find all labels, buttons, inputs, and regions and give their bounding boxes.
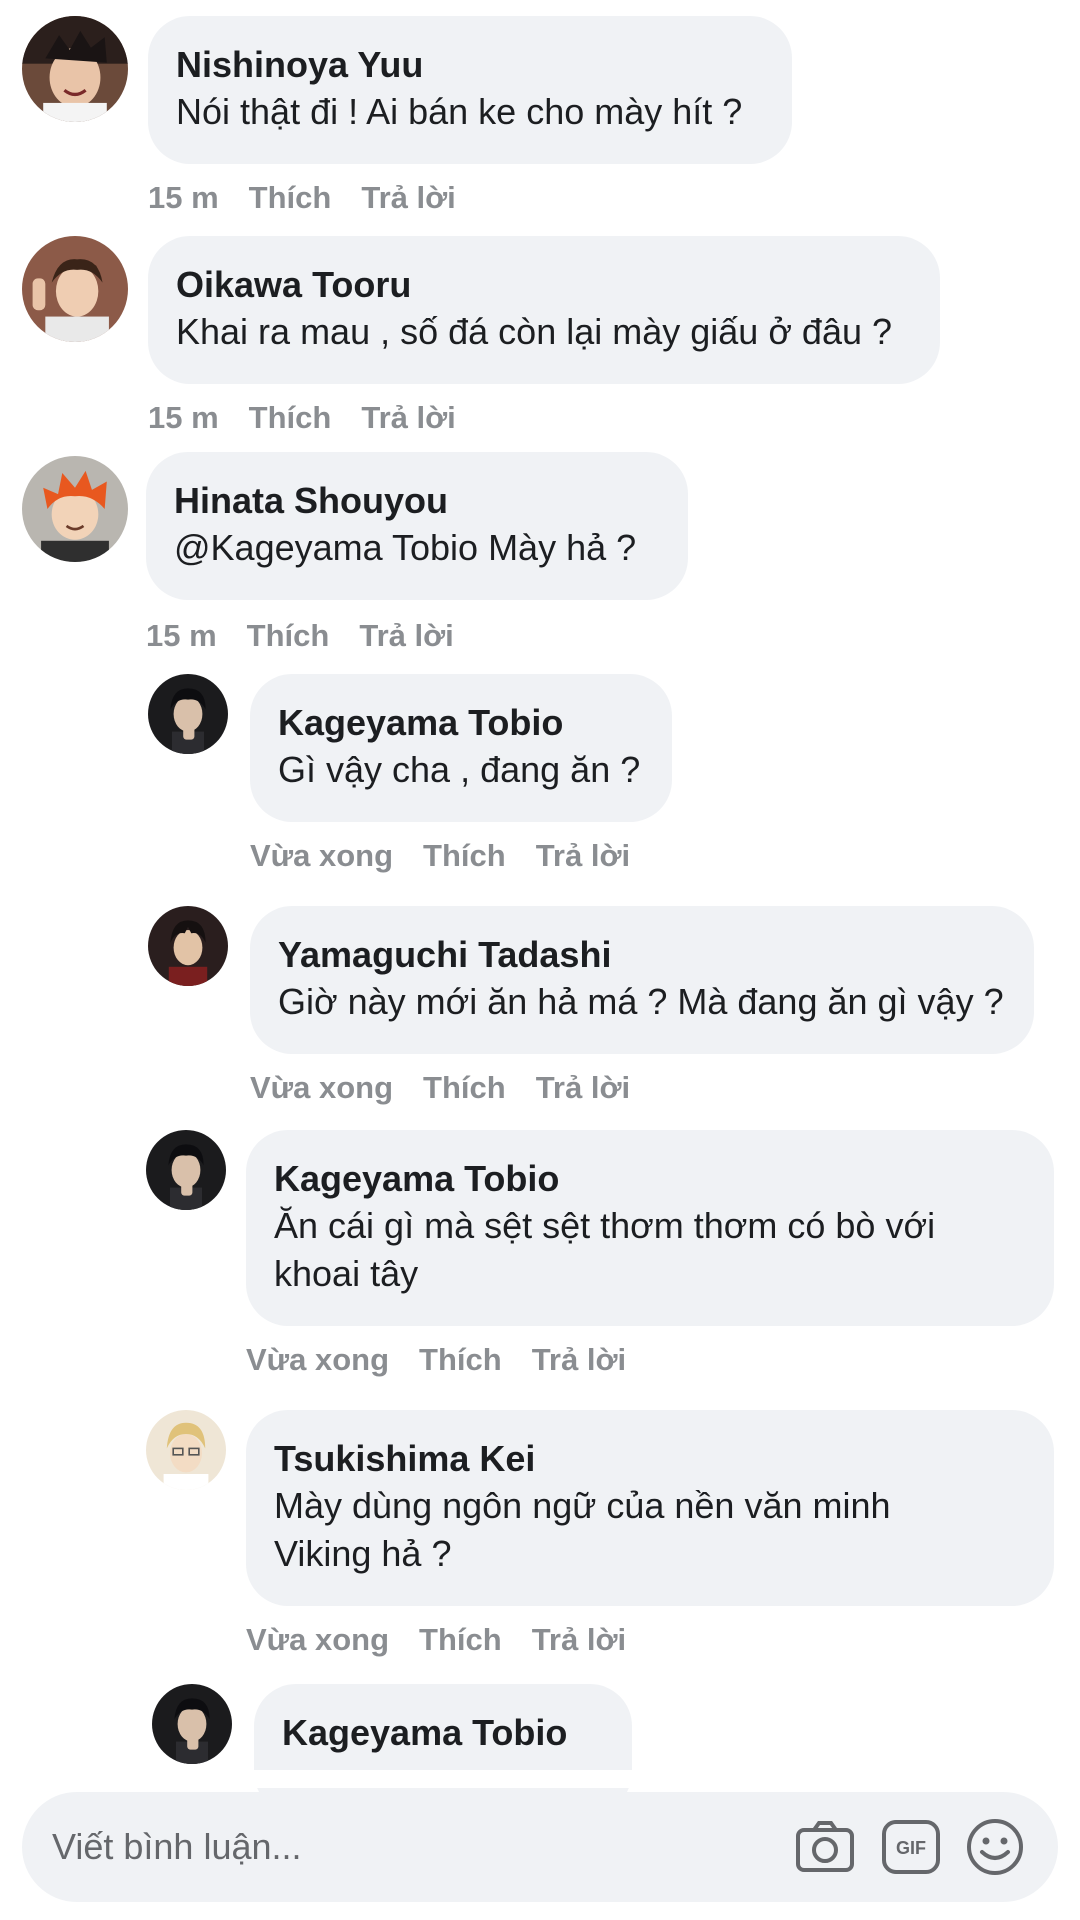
comment-bubble: Oikawa Tooru Khai ra mau , số đá còn lại… xyxy=(148,236,940,384)
reply-button[interactable]: Trả lời xyxy=(532,1622,626,1657)
comment-text: @Kageyama Tobio Mày hả ? xyxy=(174,527,637,568)
avatar-oikawa[interactable] xyxy=(22,236,128,342)
comment-meta: Vừa xong Thích Trả lời xyxy=(250,1070,660,1106)
comment-author[interactable]: Kageyama Tobio xyxy=(278,700,644,746)
comment-time: Vừa xong xyxy=(246,1342,390,1377)
like-button[interactable]: Thích xyxy=(419,1622,502,1657)
comment-text: Gì vậy cha , đang ăn ? xyxy=(278,749,641,790)
comment-bubble: Nishinoya Yuu Nói thật đi ! Ai bán ke ch… xyxy=(148,16,792,164)
comment-time: Vừa xong xyxy=(250,1070,394,1105)
comment-time: 15 m xyxy=(146,618,217,653)
comment-author[interactable]: Tsukishima Kei xyxy=(274,1436,1026,1482)
avatar-hinata[interactable] xyxy=(22,456,128,562)
scroll-cut xyxy=(0,1770,1080,1788)
reply-button[interactable]: Trả lời xyxy=(361,180,455,215)
comment-input[interactable]: Viết bình luận... xyxy=(52,1826,302,1868)
comment-author[interactable]: Nishinoya Yuu xyxy=(176,42,764,88)
like-button[interactable]: Thích xyxy=(249,180,332,215)
comment-bubble: Kageyama Tobio Gì vậy cha , đang ăn ? xyxy=(250,674,672,822)
reply-button[interactable]: Trả lời xyxy=(536,838,630,873)
avatar-kageyama[interactable] xyxy=(146,1130,226,1210)
avatar-kageyama[interactable] xyxy=(152,1684,232,1764)
gif-label: GIF xyxy=(896,1838,926,1858)
reply-button[interactable]: Trả lời xyxy=(361,400,455,435)
like-button[interactable]: Thích xyxy=(247,618,330,653)
emoji-icon[interactable] xyxy=(962,1814,1028,1880)
like-button[interactable]: Thích xyxy=(423,838,506,873)
comment-time: 15 m xyxy=(148,180,219,215)
comment-meta: 15 m Thích Trả lời xyxy=(146,618,484,654)
comment-composer[interactable]: Viết bình luận... GIF xyxy=(22,1792,1058,1902)
comment-text: Nói thật đi ! Ai bán ke cho mày hít ? xyxy=(176,91,743,132)
avatar-nishinoya[interactable] xyxy=(22,16,128,122)
comment-time: Vừa xong xyxy=(250,838,394,873)
comment-meta: 15 m Thích Trả lời xyxy=(148,180,486,216)
comment-text: Ăn cái gì mà sệt sệt thơm thơm có bò với… xyxy=(274,1205,936,1294)
reply-button[interactable]: Trả lời xyxy=(359,618,453,653)
comment-meta: 15 m Thích Trả lời xyxy=(148,400,486,436)
comment-meta: Vừa xong Thích Trả lời xyxy=(246,1622,656,1658)
comment-bubble: Kageyama Tobio Ăn cái gì mà sệt sệt thơm… xyxy=(246,1130,1054,1326)
comment-author[interactable]: Kageyama Tobio xyxy=(274,1156,1026,1202)
comment-time: Vừa xong xyxy=(246,1622,390,1657)
avatar-tsukishima[interactable] xyxy=(146,1410,226,1490)
comment-author[interactable]: Oikawa Tooru xyxy=(176,262,912,308)
avatar-kageyama[interactable] xyxy=(148,674,228,754)
like-button[interactable]: Thích xyxy=(423,1070,506,1105)
comment-text: Mày dùng ngôn ngữ của nền văn minh Vikin… xyxy=(274,1485,891,1574)
comment-text: Khai ra mau , số đá còn lại mày giấu ở đ… xyxy=(176,311,893,352)
comment-bubble: Hinata Shouyou @Kageyama Tobio Mày hả ? xyxy=(146,452,688,600)
comment-author[interactable]: Yamaguchi Tadashi xyxy=(278,932,1006,978)
avatar-yamaguchi[interactable] xyxy=(148,906,228,986)
comment-meta: Vừa xong Thích Trả lời xyxy=(250,838,660,874)
comment-author[interactable]: Kageyama Tobio xyxy=(282,1710,604,1756)
like-button[interactable]: Thích xyxy=(419,1342,502,1377)
gif-icon[interactable]: GIF xyxy=(878,1814,944,1880)
comment-bubble: Yamaguchi Tadashi Giờ này mới ăn hả má ?… xyxy=(250,906,1034,1054)
comment-text: Giờ này mới ăn hả má ? Mà đang ăn gì vậy… xyxy=(278,981,1004,1022)
comment-author[interactable]: Hinata Shouyou xyxy=(174,478,660,524)
reply-button[interactable]: Trả lời xyxy=(532,1342,626,1377)
reply-button[interactable]: Trả lời xyxy=(536,1070,630,1105)
comment-time: 15 m xyxy=(148,400,219,435)
comment-bubble: Tsukishima Kei Mày dùng ngôn ngữ của nền… xyxy=(246,1410,1054,1606)
like-button[interactable]: Thích xyxy=(249,400,332,435)
camera-icon[interactable] xyxy=(792,1814,858,1880)
comment-meta: Vừa xong Thích Trả lời xyxy=(246,1342,656,1378)
